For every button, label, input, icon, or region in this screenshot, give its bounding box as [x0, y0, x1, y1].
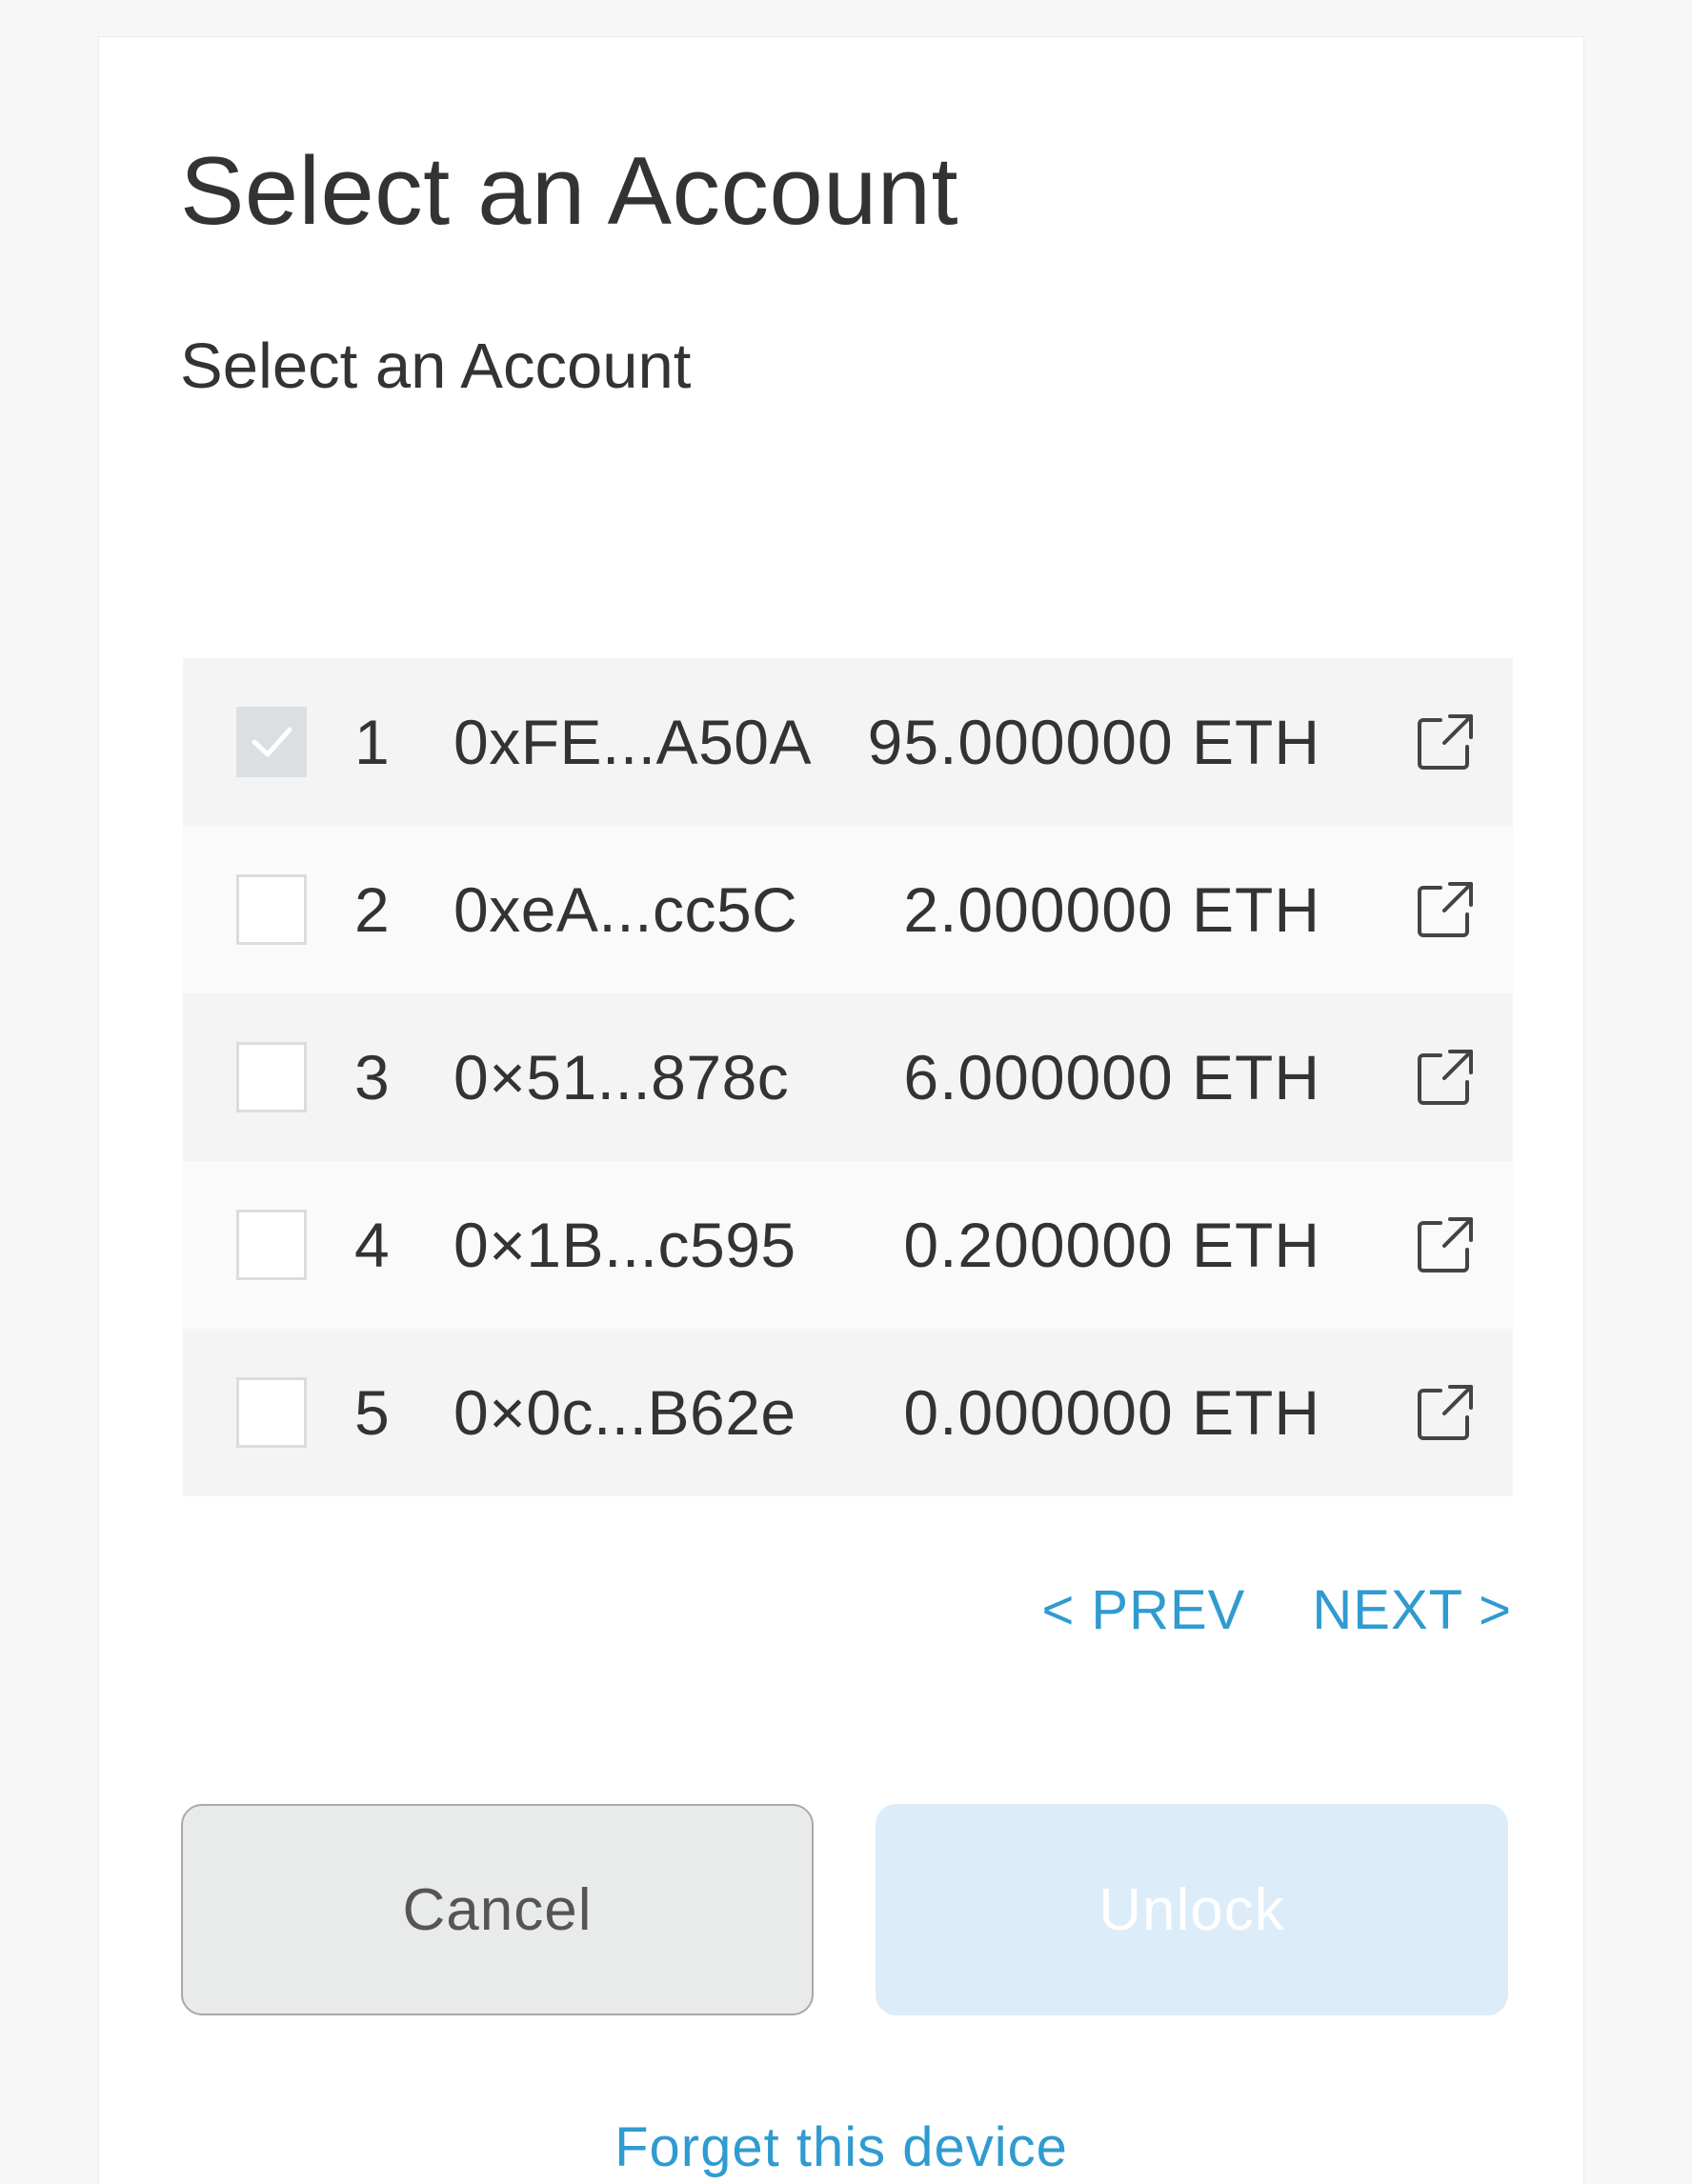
account-row[interactable]: 3 0×51...878c 6.000000 ETH: [183, 993, 1513, 1161]
account-index: 3: [354, 1042, 390, 1112]
external-link-icon[interactable]: [1414, 878, 1477, 941]
external-link-icon[interactable]: [1414, 1213, 1477, 1276]
external-link-icon[interactable]: [1414, 1381, 1477, 1444]
account-index: 5: [354, 1377, 390, 1448]
dialog-title: Select an Account: [180, 138, 959, 245]
account-checkbox[interactable]: [236, 1377, 307, 1448]
forget-device-link: Forget this device: [99, 2115, 1583, 2179]
select-account-dialog: Select an Account Select an Account 1 0x…: [98, 36, 1584, 2184]
cancel-button[interactable]: Cancel: [181, 1804, 814, 2015]
account-balance: 0.200000 ETH: [903, 1210, 1320, 1280]
account-checkbox[interactable]: [236, 1042, 307, 1112]
account-row[interactable]: 2 0xeA...cc5C 2.000000 ETH: [183, 826, 1513, 993]
account-index: 2: [354, 874, 390, 945]
unlock-button[interactable]: Unlock: [876, 1804, 1508, 2015]
account-address: 0×51...878c: [453, 1042, 790, 1112]
pagination: < PREV NEXT >: [1041, 1578, 1512, 1642]
account-checkbox[interactable]: [236, 874, 307, 945]
account-balance: 6.000000 ETH: [903, 1042, 1320, 1112]
account-checkbox[interactable]: [236, 1210, 307, 1280]
account-list: 1 0xFE...A50A 95.000000 ETH 2 0xeA...cc5…: [183, 658, 1513, 1496]
account-balance: 2.000000 ETH: [903, 874, 1320, 945]
dialog-subtitle: Select an Account: [180, 331, 692, 402]
account-balance: 95.000000 ETH: [867, 707, 1320, 777]
prev-page-link[interactable]: < PREV: [1041, 1578, 1245, 1642]
account-row[interactable]: 1 0xFE...A50A 95.000000 ETH: [183, 658, 1513, 826]
account-address: 0xFE...A50A: [453, 707, 813, 777]
account-address: 0×0c...B62e: [453, 1377, 796, 1448]
forget-device-label[interactable]: Forget this device: [614, 2116, 1068, 2178]
account-checkbox[interactable]: [236, 707, 307, 777]
page: Select an Account Select an Account 1 0x…: [0, 0, 1692, 2184]
account-index: 4: [354, 1210, 390, 1280]
account-index: 1: [354, 707, 390, 777]
account-address: 0xeA...cc5C: [453, 874, 798, 945]
external-link-icon[interactable]: [1414, 711, 1477, 773]
account-row[interactable]: 5 0×0c...B62e 0.000000 ETH: [183, 1329, 1513, 1496]
next-page-link[interactable]: NEXT >: [1312, 1578, 1512, 1642]
account-row[interactable]: 4 0×1B...c595 0.200000 ETH: [183, 1161, 1513, 1329]
external-link-icon[interactable]: [1414, 1046, 1477, 1109]
account-address: 0×1B...c595: [453, 1210, 796, 1280]
account-balance: 0.000000 ETH: [903, 1377, 1320, 1448]
